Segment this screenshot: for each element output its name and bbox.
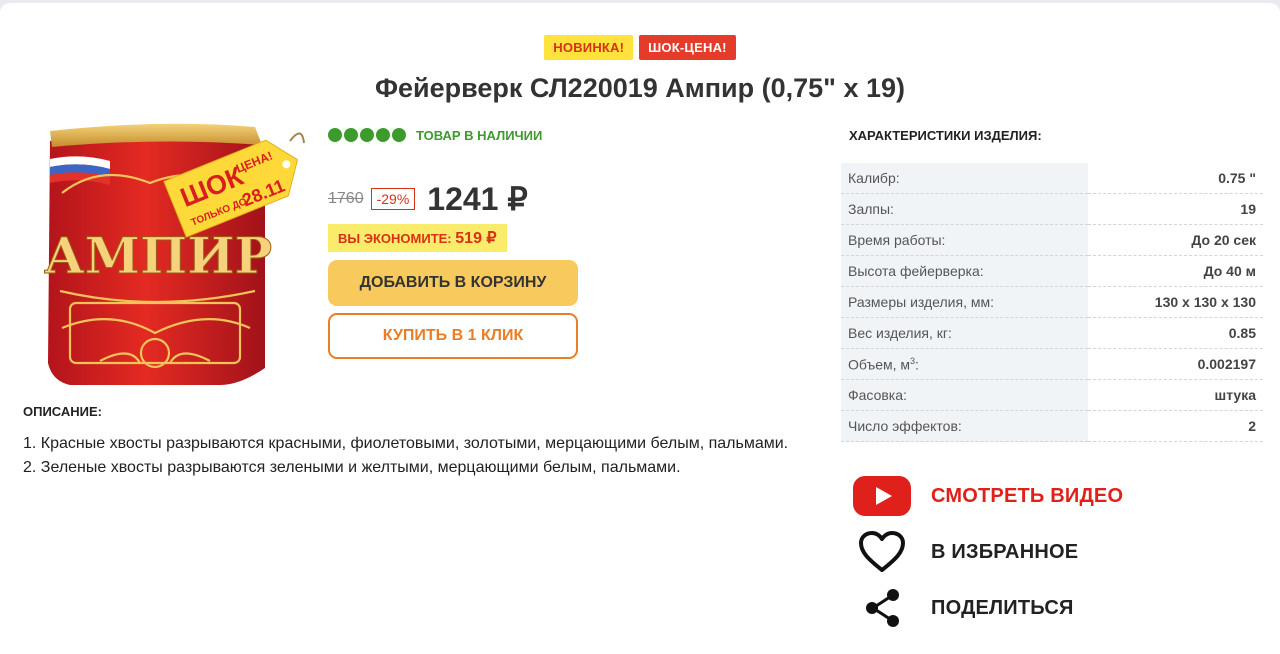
share-label: ПОДЕЛИТЬСЯ (931, 596, 1074, 619)
spec-value: 19 (1088, 193, 1263, 225)
discount-badge: -29% (370, 188, 416, 210)
spec-row: Число эффектов: 2 (841, 410, 1263, 442)
stock-dot (376, 128, 390, 142)
heart-icon (851, 531, 913, 573)
specs-heading: ХАРАКТЕРИСТИКИ ИЗДЕЛИЯ: (849, 128, 1042, 143)
saving-banner: ВЫ ЭКОНОМИТЕ: 519 ₽ (328, 224, 507, 252)
spec-label: Высота фейерверка: (841, 255, 1088, 287)
spec-row: Вес изделия, кг: 0.85 (841, 317, 1263, 349)
spec-row: Размеры изделия, мм: 130 x 130 x 130 (841, 286, 1263, 318)
buy-one-click-button[interactable]: КУПИТЬ В 1 КЛИК (328, 313, 578, 359)
specs-table: Калибр: 0.75 " Залпы: 19 Время работы: До 2… (841, 163, 1263, 442)
description-heading: ОПИСАНИЕ: (23, 404, 102, 419)
spec-row: Высота фейерверка: До 40 м (841, 255, 1263, 287)
spec-value: 130 x 130 x 130 (1088, 286, 1263, 318)
spec-row: Калибр: 0.75 " (841, 163, 1263, 194)
product-actions: СМОТРЕТЬ ВИДЕО В ИЗБРАННОЕ ПОДЕЛИТЬСЯ (851, 475, 1251, 643)
badges: НОВИНКА! ШОК-ЦЕНА! (0, 35, 1280, 60)
spec-row: Залпы: 19 (841, 193, 1263, 225)
page-title: Фейерверк СЛ220019 Ампир (0,75" x 19) (374, 73, 906, 103)
spec-value: 0.75 " (1088, 163, 1263, 194)
price-row: 1760 -29% 1241 ₽ (328, 180, 528, 218)
spec-value: До 20 сек (1088, 224, 1263, 256)
spec-label: Залпы: (841, 193, 1088, 225)
saving-label: ВЫ ЭКОНОМИТЕ: (338, 231, 452, 246)
spec-label: Калибр: (841, 163, 1088, 194)
spec-row: Фасовка: штука (841, 379, 1263, 411)
product-image[interactable]: АМПИР ШОК ЦЕНА! ТОЛЬКО ДО 28.11 (40, 123, 310, 393)
share-button[interactable]: ПОДЕЛИТЬСЯ (851, 587, 1251, 629)
spec-value: 0.85 (1088, 317, 1263, 349)
product-card: НОВИНКА! ШОК-ЦЕНА! Фейерверк СЛ220019 Амп… (0, 3, 1280, 654)
add-to-favorites-button[interactable]: В ИЗБРАННОЕ (851, 531, 1251, 573)
favorites-label: В ИЗБРАННОЕ (931, 540, 1079, 563)
stock-text: ТОВАР В НАЛИЧИИ (416, 127, 543, 143)
spec-value: штука (1088, 379, 1263, 411)
stock-dot (344, 128, 358, 142)
current-price: 1241 ₽ (427, 181, 528, 217)
spec-label: Вес изделия, кг: (841, 317, 1088, 349)
stock-indicator: ТОВАР В НАЛИЧИИ (328, 125, 748, 145)
stock-dot (392, 128, 406, 142)
buy-box: ТОВАР В НАЛИЧИИ 1760 -29% 1241 ₽ ВЫ ЭКОН… (328, 125, 748, 359)
description-item: 1. Красные хвосты разрываются красными, … (23, 435, 789, 452)
stock-dot (328, 128, 342, 142)
share-icon (851, 587, 913, 629)
watch-video-button[interactable]: СМОТРЕТЬ ВИДЕО (851, 475, 1251, 517)
stock-dot (360, 128, 374, 142)
spec-label: Время работы: (841, 224, 1088, 256)
spec-row: Объем, м3: 0.002197 (841, 348, 1263, 380)
old-price: 1760 (328, 190, 364, 207)
saving-amount: 519 ₽ (455, 230, 497, 247)
product-brand-text: АМПИР (44, 226, 272, 285)
spec-label: Объем, м3: (841, 348, 1088, 380)
badge-shock-price: ШОК-ЦЕНА! (639, 35, 736, 60)
watch-video-label: СМОТРЕТЬ ВИДЕО (931, 484, 1124, 507)
badge-new: НОВИНКА! (544, 35, 634, 60)
add-to-cart-button[interactable]: ДОБАВИТЬ В КОРЗИНУ (328, 260, 578, 306)
spec-label: Число эффектов: (841, 410, 1088, 442)
spec-value: 2 (1088, 410, 1263, 442)
spec-value: 0.002197 (1088, 348, 1263, 380)
spec-value: До 40 м (1088, 255, 1263, 287)
youtube-play-icon (851, 475, 913, 517)
stock-level-dots (328, 128, 406, 142)
spec-label: Фасовка: (841, 379, 1088, 411)
description-list: 1. Красные хвосты разрываются красными, … (23, 432, 788, 480)
spec-label: Размеры изделия, мм: (841, 286, 1088, 318)
description-item: 2. Зеленые хвосты разрываются зелеными и… (23, 459, 681, 476)
spec-row: Время работы: До 20 сек (841, 224, 1263, 256)
